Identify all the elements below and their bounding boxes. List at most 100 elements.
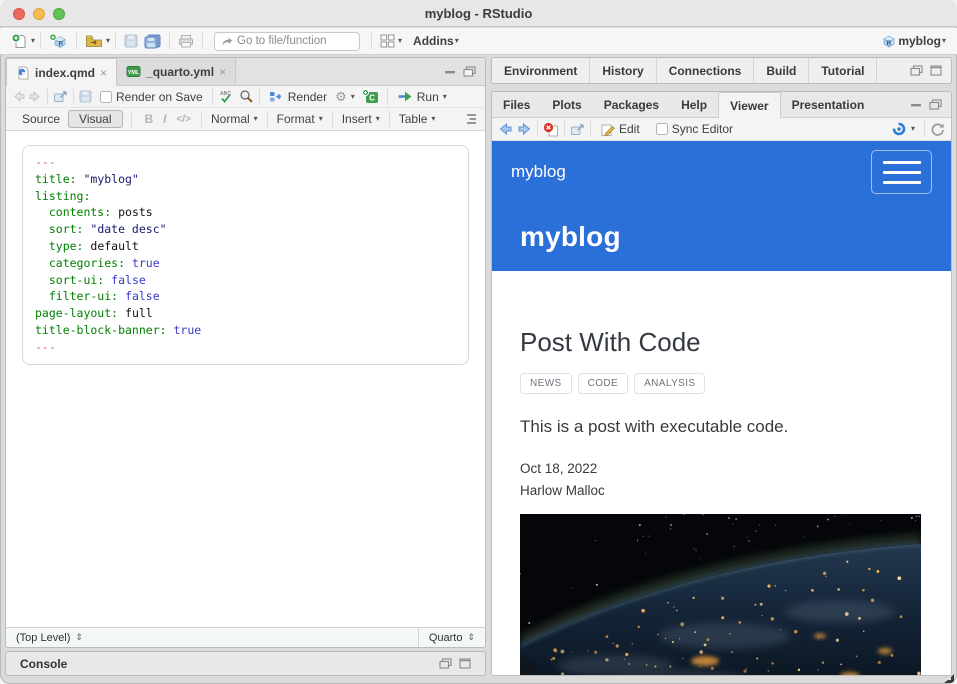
goto-file-search[interactable]	[214, 32, 360, 51]
checkbox-box[interactable]	[100, 91, 112, 103]
category-badge[interactable]: ANALYSIS	[634, 373, 705, 394]
restore-pane-icon[interactable]	[439, 658, 452, 669]
tab-history[interactable]: History	[590, 58, 656, 83]
open-new-window-icon[interactable]	[570, 123, 585, 136]
save-icon-small[interactable]	[79, 90, 92, 103]
yaml-code-block[interactable]: ---title: "myblog"listing: contents: pos…	[22, 145, 469, 365]
code-line[interactable]: ---	[35, 339, 456, 356]
insert-menu[interactable]: Insert ▾	[338, 112, 384, 126]
scope-selector[interactable]: (Top Level) ⇕	[6, 632, 418, 644]
post-category-badges: NEWS CODEANALYSIS	[520, 373, 951, 394]
pane-layout-caret[interactable]: ▾	[398, 37, 402, 45]
post-title-link[interactable]: Post With Code	[520, 327, 951, 358]
table-menu[interactable]: Table ▾	[395, 112, 440, 126]
code-line[interactable]: ---	[35, 154, 456, 171]
clear-viewer-icon[interactable]	[543, 122, 559, 137]
tab-tutorial[interactable]: Tutorial	[809, 58, 877, 83]
pane-layout-button[interactable]	[377, 32, 398, 50]
run-label: Run	[417, 90, 439, 104]
code-line[interactable]: title-block-banner: true	[35, 322, 456, 339]
window-resize-grip[interactable]	[944, 674, 954, 683]
publish-button[interactable]: ▾	[887, 121, 919, 137]
print-button[interactable]	[175, 32, 197, 50]
code-button[interactable]: </>	[172, 114, 196, 125]
tab-packages[interactable]: Packages	[593, 92, 670, 117]
outline-toggle-icon[interactable]	[463, 113, 477, 125]
code-line[interactable]: sort: "date desc"	[35, 221, 456, 238]
edit-button[interactable]: Edit	[596, 122, 644, 137]
save-button[interactable]	[121, 32, 141, 50]
render-settings-button[interactable]: ⚙ ▾	[331, 89, 359, 105]
category-badge[interactable]: NEWS	[520, 373, 572, 394]
close-tab-icon[interactable]: ×	[100, 66, 107, 80]
checkbox-box[interactable]	[656, 123, 668, 135]
minimize-pane-icon[interactable]	[444, 67, 456, 77]
tab-index-qmd[interactable]: index.qmd ×	[6, 58, 117, 86]
project-selector[interactable]: R myblog ▾	[878, 32, 949, 51]
tab-connections[interactable]: Connections	[657, 58, 755, 83]
tab-presentation[interactable]: Presentation	[781, 92, 876, 117]
close-tab-icon[interactable]: ×	[219, 65, 226, 79]
tab-viewer[interactable]: Viewer	[718, 92, 780, 118]
run-caret[interactable]: ▾	[443, 93, 447, 101]
find-replace-icon[interactable]	[239, 89, 254, 104]
back-icon[interactable]	[12, 90, 26, 103]
mode-visual-button[interactable]: Visual	[68, 110, 122, 128]
restore-pane-icon[interactable]	[910, 65, 923, 76]
maximize-pane-icon[interactable]	[463, 66, 476, 77]
code-line[interactable]: sort-ui: false	[35, 272, 456, 289]
save-all-button[interactable]	[141, 32, 164, 51]
render-button[interactable]: Render	[265, 90, 331, 104]
italic-button[interactable]: I	[158, 112, 171, 126]
environment-pane: Environment History Connections Build Tu…	[491, 57, 952, 84]
viewer-back-icon[interactable]	[498, 122, 513, 136]
maximize-pane-icon[interactable]	[929, 99, 942, 110]
navbar-toggle-button[interactable]	[871, 150, 932, 194]
code-line[interactable]: title: "myblog"	[35, 171, 456, 188]
mode-source-button[interactable]: Source	[14, 111, 68, 127]
format-menu[interactable]: Format ▾	[273, 112, 327, 126]
new-file-button[interactable]	[8, 31, 31, 51]
goto-file-input[interactable]	[237, 35, 347, 47]
code-line[interactable]: filter-ui: false	[35, 288, 456, 305]
maximize-pane-icon[interactable]	[459, 658, 471, 669]
code-line[interactable]: type: default	[35, 238, 456, 255]
file-type-selector[interactable]: Quarto ⇕	[418, 628, 485, 647]
render-on-save-checkbox[interactable]: Render on Save	[96, 90, 207, 104]
insert-chunk-button[interactable]: C	[359, 87, 382, 106]
new-project-button[interactable]: R	[46, 31, 71, 51]
earth-night-photo[interactable]	[520, 514, 921, 675]
tab-environment[interactable]: Environment	[492, 58, 590, 83]
tab-help[interactable]: Help	[670, 92, 718, 117]
spellcheck-icon[interactable]: ABC	[218, 89, 235, 104]
visual-editor-canvas[interactable]: ---title: "myblog"listing: contents: pos…	[6, 131, 485, 627]
open-new-window-icon[interactable]	[53, 90, 68, 103]
open-file-button[interactable]	[82, 32, 106, 50]
category-badge[interactable]: CODE	[578, 373, 629, 394]
viewer-forward-icon[interactable]	[517, 122, 532, 136]
open-file-caret[interactable]: ▾	[106, 37, 110, 45]
tab-files[interactable]: Files	[492, 92, 541, 117]
new-file-caret[interactable]: ▾	[31, 37, 35, 45]
publish-caret[interactable]: ▾	[911, 125, 915, 133]
tab-quarto-yml[interactable]: YML _quarto.yml ×	[117, 58, 236, 85]
code-line[interactable]: listing:	[35, 188, 456, 205]
pane-layout-grid-icon	[380, 34, 395, 48]
tab-plots[interactable]: Plots	[541, 92, 592, 117]
run-button[interactable]: Run ▾	[393, 90, 451, 104]
post-description[interactable]: This is a post with executable code.	[520, 417, 951, 437]
sync-editor-checkbox[interactable]: Sync Editor	[652, 122, 737, 136]
tab-build[interactable]: Build	[754, 58, 809, 83]
refresh-icon[interactable]	[930, 122, 945, 137]
maximize-pane-icon[interactable]	[930, 65, 942, 76]
code-line[interactable]: categories: true	[35, 255, 456, 272]
code-line[interactable]: contents: posts	[35, 204, 456, 221]
code-line[interactable]: page-layout: full	[35, 305, 456, 322]
addins-button[interactable]: Addins ▾	[410, 32, 462, 50]
forward-icon[interactable]	[28, 90, 42, 103]
minimize-pane-icon[interactable]	[910, 100, 922, 110]
paragraph-style-dropdown[interactable]: Normal ▾	[207, 112, 262, 126]
blog-navbar-title[interactable]: myblog	[511, 162, 566, 182]
bold-button[interactable]: B	[140, 112, 159, 126]
save-icon	[124, 34, 138, 48]
